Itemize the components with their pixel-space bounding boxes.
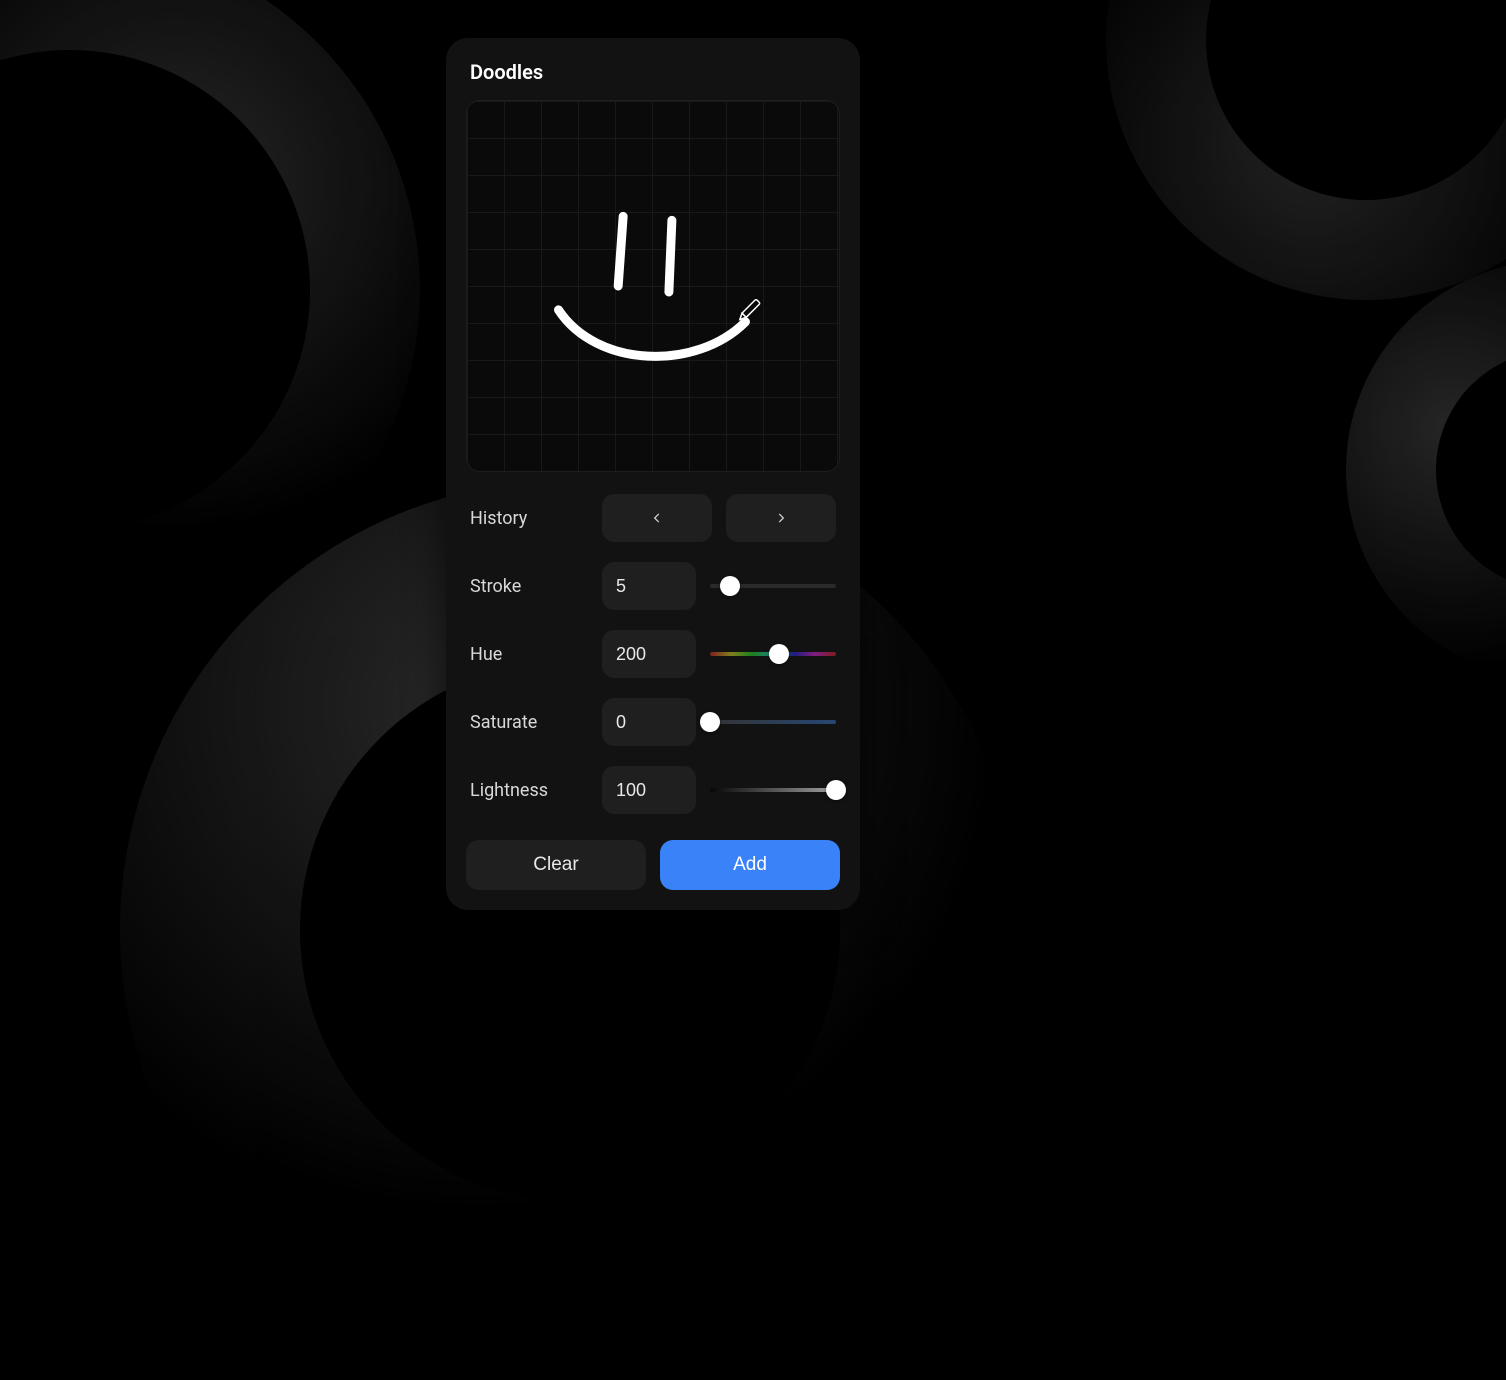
history-row: History	[470, 494, 836, 542]
saturate-label: Saturate	[470, 712, 588, 733]
history-next-button[interactable]	[726, 494, 836, 542]
chevron-left-icon	[650, 511, 664, 525]
saturate-input[interactable]	[602, 698, 696, 746]
hue-label: Hue	[470, 644, 588, 665]
history-prev-button[interactable]	[602, 494, 712, 542]
saturate-slider[interactable]	[710, 712, 836, 732]
lightness-input[interactable]	[602, 766, 696, 814]
doodles-panel: Doodles History	[446, 38, 860, 910]
lightness-label: Lightness	[470, 780, 588, 801]
hue-row: Hue	[470, 630, 836, 678]
lightness-slider-thumb[interactable]	[826, 780, 846, 800]
panel-title: Doodles	[466, 60, 840, 84]
lightness-slider[interactable]	[710, 780, 836, 800]
background-torus	[1106, 0, 1506, 300]
background-torus	[1346, 260, 1506, 680]
hue-slider[interactable]	[710, 644, 836, 664]
doodle-smiley	[467, 101, 839, 471]
drawing-canvas[interactable]	[466, 100, 840, 472]
history-label: History	[470, 508, 588, 529]
background-torus	[0, 0, 420, 640]
stroke-slider-thumb[interactable]	[720, 576, 740, 596]
saturate-row: Saturate	[470, 698, 836, 746]
controls-section: History Stroke Hue	[466, 494, 840, 814]
hue-slider-thumb[interactable]	[769, 644, 789, 664]
clear-button[interactable]: Clear	[466, 840, 646, 890]
chevron-right-icon	[774, 511, 788, 525]
stroke-row: Stroke	[470, 562, 836, 610]
stroke-slider[interactable]	[710, 576, 836, 596]
lightness-row: Lightness	[470, 766, 836, 814]
add-button[interactable]: Add	[660, 840, 840, 890]
hue-input[interactable]	[602, 630, 696, 678]
saturate-slider-thumb[interactable]	[700, 712, 720, 732]
stroke-label: Stroke	[470, 576, 588, 597]
stroke-input[interactable]	[602, 562, 696, 610]
pencil-icon	[738, 299, 761, 322]
footer-buttons: Clear Add	[466, 840, 840, 890]
